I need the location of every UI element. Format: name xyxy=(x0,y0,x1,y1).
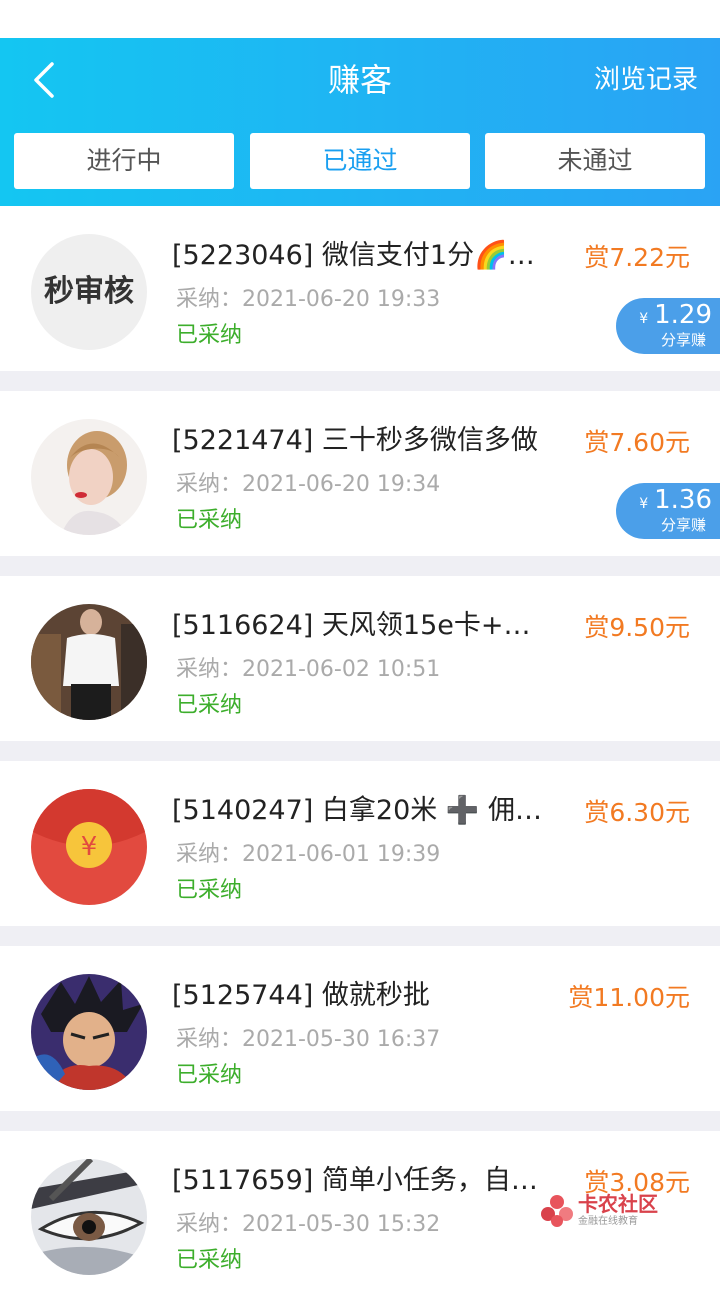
list-item[interactable]: 秒审核 [5223046] 微信支付1分🌈… 赏7.22元 采纳：2021-06… xyxy=(0,206,720,371)
avatar xyxy=(31,419,147,535)
tab-in-progress[interactable]: 进行中 xyxy=(14,133,234,189)
item-status: 已采纳 xyxy=(176,508,243,533)
man-photo-avatar-image xyxy=(31,604,147,720)
avatar xyxy=(31,974,147,1090)
svg-text:¥: ¥ xyxy=(81,832,98,862)
item-meta: 采纳：2021-06-02 10:51 xyxy=(176,657,441,682)
tab-passed[interactable]: 已通过 xyxy=(250,133,470,189)
item-status: 已采纳 xyxy=(176,1063,243,1088)
avatar xyxy=(31,1159,147,1275)
browse-history-link[interactable]: 浏览记录 xyxy=(594,60,698,100)
share-earn-badge[interactable]: ¥1.36 分享赚 xyxy=(616,483,720,539)
watermark-logo: 卡农社区 金融在线教育 xyxy=(540,1192,670,1232)
item-reward: 赏11.00元 xyxy=(568,983,690,1012)
list-item[interactable]: [5221474] 三十秒多微信多做 赏7.60元 采纳：2021-06-20 … xyxy=(0,391,720,556)
share-label: 分享赚 xyxy=(660,516,706,534)
avatar: 秒审核 xyxy=(31,234,147,350)
avatar: ¥ xyxy=(31,789,147,905)
eye-drawing-avatar-image xyxy=(31,1159,147,1275)
watermark-subtitle: 金融在线教育 xyxy=(578,1216,638,1227)
list-item[interactable]: [5116624] 天风领15e卡+… 赏9.50元 采纳：2021-06-02… xyxy=(0,576,720,741)
item-status: 已采纳 xyxy=(176,693,243,718)
item-reward: 赏7.22元 xyxy=(584,243,690,272)
item-meta: 采纳：2021-05-30 15:32 xyxy=(176,1212,441,1237)
yen-symbol: ¥ xyxy=(639,311,649,327)
red-envelope-icon: ¥ xyxy=(31,789,147,905)
item-status: 已采纳 xyxy=(176,878,243,903)
item-title: [5140247] 白拿20米 ➕ 佣… xyxy=(172,795,543,826)
item-reward: 赏6.30元 xyxy=(584,798,690,827)
status-bar xyxy=(0,0,720,38)
watermark-name: 卡农社区 xyxy=(578,1192,658,1216)
share-value: 1.36 xyxy=(654,485,712,515)
avatar-text: 秒审核 xyxy=(44,274,134,309)
item-title: [5116624] 天风领15e卡+… xyxy=(172,610,531,641)
item-title: [5223046] 微信支付1分🌈… xyxy=(172,240,535,271)
flower-logo-icon xyxy=(541,1195,573,1227)
tab-not-passed[interactable]: 未通过 xyxy=(485,133,705,189)
item-meta: 采纳：2021-06-20 19:34 xyxy=(176,472,441,497)
share-earn-badge[interactable]: ¥1.29 分享赚 xyxy=(616,298,720,354)
item-meta: 采纳：2021-06-01 19:39 xyxy=(176,842,441,867)
list-item[interactable]: [5125744] 做就秒批 赏11.00元 采纳：2021-05-30 16:… xyxy=(0,946,720,1111)
anime-avatar-image xyxy=(31,974,147,1090)
share-label: 分享赚 xyxy=(660,331,706,349)
item-meta: 采纳：2021-05-30 16:37 xyxy=(176,1027,441,1052)
item-reward: 赏7.60元 xyxy=(584,428,690,457)
tab-bar: 进行中 已通过 未通过 xyxy=(14,133,706,189)
item-title: [5125744] 做就秒批 xyxy=(172,980,430,1011)
list-item[interactable]: ¥ [5140247] 白拿20米 ➕ 佣… 赏6.30元 采纳：2021-06… xyxy=(0,761,720,926)
item-meta: 采纳：2021-06-20 19:33 xyxy=(176,287,441,312)
portrait-avatar-image xyxy=(31,419,147,535)
avatar xyxy=(31,604,147,720)
item-status: 已采纳 xyxy=(176,1248,243,1273)
item-status: 已采纳 xyxy=(176,323,243,348)
item-title: [5117659] 简单小任务，自… xyxy=(172,1165,538,1196)
header-bar: 赚客 浏览记录 进行中 已通过 未通过 xyxy=(0,38,720,206)
item-reward: 赏9.50元 xyxy=(584,613,690,642)
item-title: [5221474] 三十秒多微信多做 xyxy=(172,425,538,456)
share-value: 1.29 xyxy=(654,300,712,330)
yen-symbol: ¥ xyxy=(639,496,649,512)
